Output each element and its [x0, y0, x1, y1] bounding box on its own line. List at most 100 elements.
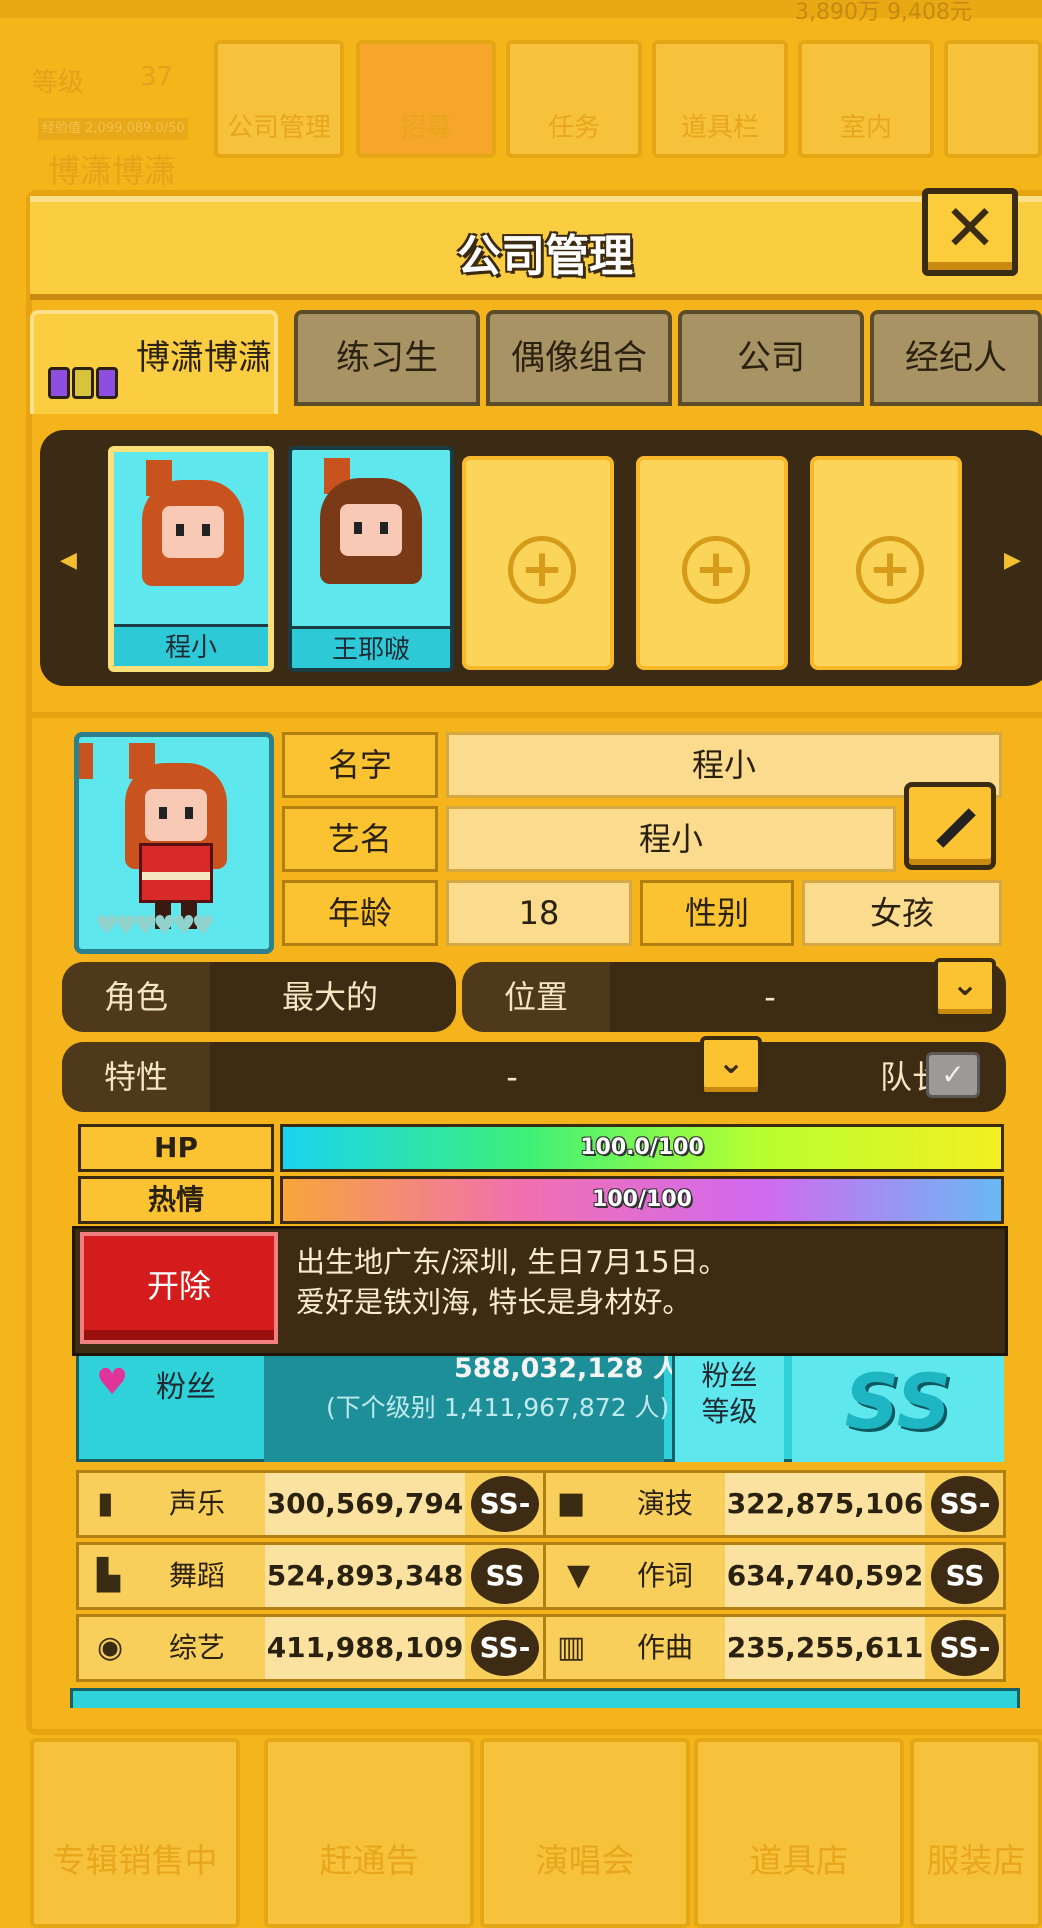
position-value: - [764, 978, 776, 1016]
scroll-right-icon[interactable]: ▶ [1004, 548, 1021, 573]
hp-bar: 100.0/100 [280, 1124, 1004, 1172]
role-value: 最大的 [281, 978, 378, 1016]
divider [26, 712, 1042, 718]
tab-manager[interactable]: 经纪人 [870, 310, 1042, 406]
stat-row: ▮ 声乐 300,569,794 SS- ■ 演技 322,875,106 SS… [76, 1470, 1006, 1538]
fans-grade-label-line1: 粉丝 [701, 1359, 758, 1392]
passion-label: 热情 [78, 1176, 274, 1224]
pencil-icon [936, 808, 976, 848]
trait-dropdown-button[interactable]: ⌄ [700, 1036, 762, 1096]
shoe-icon: ▙ [97, 1558, 121, 1593]
stat-value: 411,988,109 [265, 1617, 465, 1679]
level-value: 37 [140, 62, 174, 92]
stat-grade: SS [471, 1548, 539, 1604]
trait-pill: 特性 - 队长 [62, 1042, 1006, 1112]
scroll-left-icon[interactable]: ◀ [60, 548, 77, 573]
menu-more [944, 40, 1042, 158]
chevron-down-icon: ⌄ [717, 1043, 745, 1081]
tab-trainee[interactable]: 练习生 [294, 310, 480, 406]
empty-slot[interactable]: + [462, 456, 614, 670]
close-button[interactable]: ✕ [922, 188, 1018, 276]
menu-inventory: 道具栏 [652, 40, 788, 158]
trait-label: 特性 [62, 1042, 210, 1112]
bottom-album-sales: 专辑销售中 [30, 1738, 240, 1928]
name-label: 名字 [282, 732, 438, 798]
empty-slot[interactable]: + [810, 456, 962, 670]
bottom-concert: 演唱会 [480, 1738, 690, 1928]
exp-bar: 经验值 2,099,089.0/50 [38, 118, 188, 140]
stage-name-value: 程小 [446, 806, 896, 872]
affection-hearts: ♥♥♥♥♥♥ [95, 911, 215, 941]
fans-label: 粉丝 [156, 1370, 216, 1405]
menu-interior-label: 室内 [839, 113, 892, 143]
stat-value: 634,740,592 [725, 1545, 925, 1607]
fans-grade-label: 粉丝 等级 [672, 1350, 784, 1462]
bottom-item-shop-label: 道具店 [749, 1841, 849, 1880]
stat-name: 舞蹈 [169, 1559, 226, 1592]
fire-button[interactable]: 开除 [80, 1232, 278, 1344]
divider [543, 1473, 546, 1535]
stat-name: 声乐 [169, 1487, 226, 1520]
menu-recruit: 招募 [356, 40, 496, 158]
tab-player[interactable]: 博潇博潇 [30, 310, 278, 414]
tab-player-label: 博潇博潇 [136, 338, 272, 378]
next-stat-row-partial [70, 1688, 1020, 1708]
role-label: 角色 [62, 962, 210, 1032]
stat-value: 524,893,348 [265, 1545, 465, 1607]
gender-label: 性别 [640, 880, 794, 946]
variety-icon: ◉ [97, 1630, 124, 1665]
stat-grade: SS [931, 1548, 999, 1604]
stat-name: 演技 [637, 1487, 694, 1520]
member-name: 程小 [114, 624, 268, 666]
fans-grade-label-line2: 等级 [701, 1395, 758, 1428]
piano-icon: ▥ [557, 1630, 586, 1665]
position-dropdown-button[interactable]: ⌄ [934, 958, 996, 1018]
player-name: 博潇博潇 [48, 152, 177, 190]
member-portrait: ♥♥♥♥♥♥ [74, 732, 274, 954]
hp-label: HP [78, 1124, 274, 1172]
menu-task-label: 任务 [547, 113, 600, 143]
gender-value: 女孩 [802, 880, 1002, 946]
stat-grade: SS- [471, 1476, 539, 1532]
leader-checkbox[interactable]: ✓ [926, 1052, 980, 1098]
bio-line-1: 出生地广东/深圳, 生日7月15日。 [296, 1245, 728, 1279]
age-value: 18 [446, 880, 632, 946]
group-icon [46, 344, 122, 399]
bottom-clothing-shop: 服装店 [910, 1738, 1042, 1928]
bottom-item-shop: 道具店 [694, 1738, 904, 1928]
hp-value: 100.0/100 [580, 1135, 704, 1160]
stage-name-label: 艺名 [282, 806, 438, 872]
level-label: 等级 [32, 68, 85, 98]
member-card[interactable]: 程小 [108, 446, 274, 672]
divider [543, 1545, 546, 1607]
stat-name: 作曲 [637, 1631, 694, 1664]
bottom-clothing-shop-label: 服装店 [926, 1841, 1026, 1880]
stat-row: ◉ 综艺 411,988,109 SS- ▥ 作曲 235,255,611 SS… [76, 1614, 1006, 1682]
passion-bar: 100/100 [280, 1176, 1004, 1224]
money-display: 3,890万 9,408元 [795, 0, 972, 25]
tab-company[interactable]: 公司 [678, 310, 864, 406]
stat-value: 235,255,611 [725, 1617, 925, 1679]
menu-inventory-label: 道具栏 [680, 113, 759, 143]
chevron-down-icon: ⌄ [951, 965, 979, 1003]
stat-grade: SS- [471, 1620, 539, 1676]
position-label: 位置 [462, 962, 610, 1032]
bottom-schedule-label: 赶通告 [319, 1841, 419, 1880]
add-member-icon: + [508, 536, 576, 604]
menu-task: 任务 [506, 40, 642, 158]
empty-slot[interactable]: + [636, 456, 788, 670]
menu-recruit-label: 招募 [399, 113, 452, 143]
tab-idol-group[interactable]: 偶像组合 [486, 310, 672, 406]
player-level-panel: 等级 37 经验值 2,099,089.0/50 博潇博潇 [24, 40, 202, 190]
member-card[interactable]: 王耶啵 [288, 446, 454, 672]
add-member-icon: + [682, 536, 750, 604]
edit-name-button[interactable] [904, 782, 996, 870]
heart-icon: ♥ [96, 1362, 129, 1403]
bio-text: 出生地广东/深圳, 生日7月15日。 爱好是铁刘海, 特长是身材好。 [296, 1242, 728, 1322]
stat-grade: SS- [931, 1620, 999, 1676]
stat-grade: SS- [931, 1476, 999, 1532]
camera-icon: ■ [557, 1486, 586, 1521]
microphone-icon: ▮ [97, 1486, 114, 1521]
panel-title: 公司管理 [457, 231, 633, 282]
pen-icon: ▼ [567, 1558, 591, 1593]
